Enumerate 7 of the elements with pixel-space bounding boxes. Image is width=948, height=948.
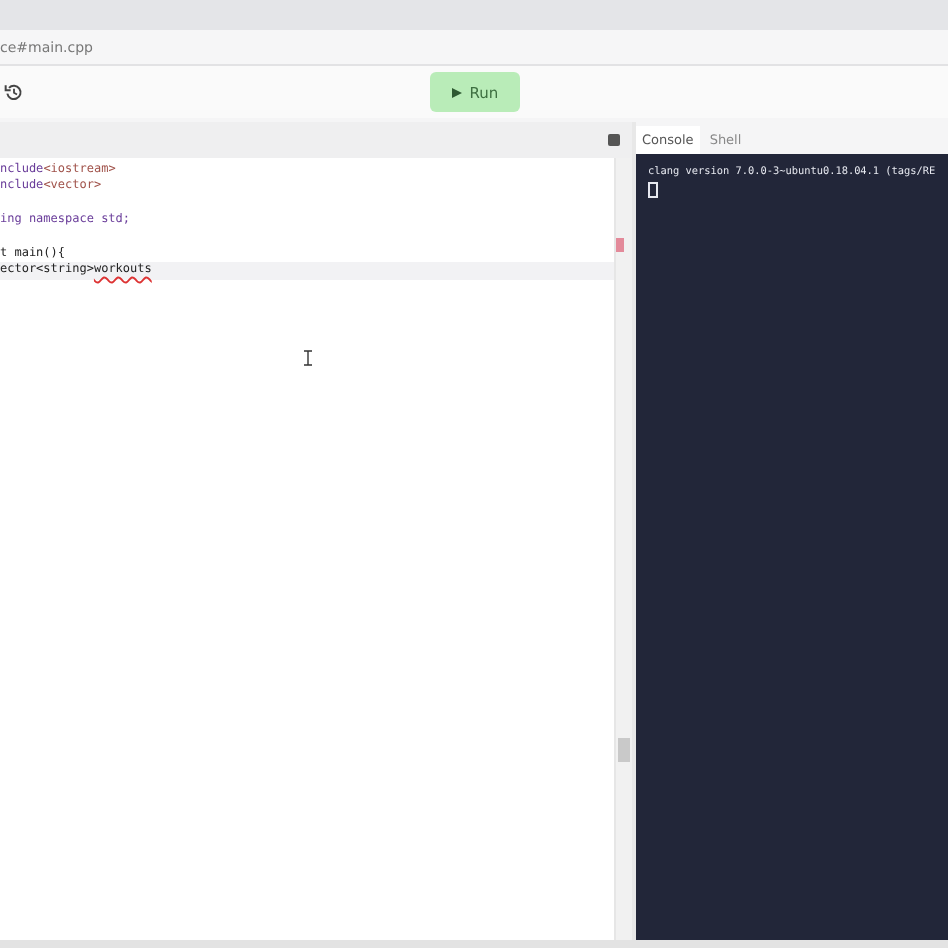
history-icon[interactable] bbox=[4, 82, 24, 102]
scroll-marker bbox=[616, 238, 624, 252]
play-icon bbox=[451, 87, 462, 97]
panel-icon[interactable] bbox=[608, 134, 620, 146]
text-cursor-icon bbox=[304, 350, 312, 366]
terminal-cursor bbox=[648, 182, 658, 198]
scrollbar-thumb[interactable] bbox=[618, 738, 630, 762]
